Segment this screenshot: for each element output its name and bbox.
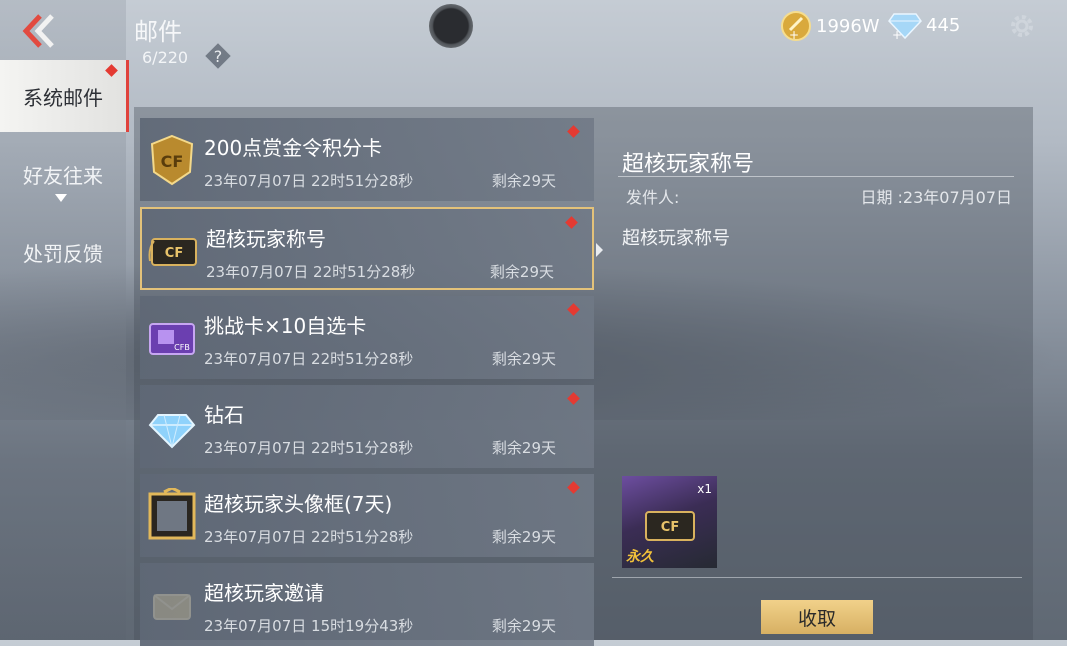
claim-button[interactable]: 收取 [761,600,873,634]
gear-icon [1011,15,1033,37]
mail-item[interactable]: 超核玩家邀请 23年07月07日 15时19分43秒 剩余29天 [140,563,594,646]
gold-currency[interactable]: + 1996W [780,10,880,42]
divider [618,176,1014,177]
mail-date: 23年07月07日 22时51分28秒 [204,439,414,457]
tab-friend-mail[interactable]: 好友往来 [0,138,126,210]
gold-coin-icon: + [781,11,811,42]
mail-title: 挑战卡×10自选卡 [204,314,367,338]
question-icon: ? [205,43,231,69]
unread-dot [567,303,580,316]
gold-amount: 1996W [816,15,880,37]
mail-remaining: 剩余29天 [489,263,554,281]
mail-item[interactable]: CF 200点赏金令积分卡 23年07月07日 22时51分28秒 剩余29天 [140,118,594,201]
unread-dot [105,64,118,77]
settings-button[interactable] [1008,12,1036,40]
mail-item[interactable]: 钻石 23年07月07日 22时51分28秒 剩余29天 [140,385,594,468]
diamond-amount: 445 [926,14,961,36]
back-chevron-icon [22,14,54,48]
mail-remaining: 剩余29天 [491,350,556,368]
mail-item[interactable]: 超核玩家头像框(7天) 23年07月07日 22时51分28秒 剩余29天 [140,474,594,557]
unread-dot [565,216,578,229]
permanent-tag: 永久 [626,549,654,565]
svg-text:CF: CF [161,152,184,171]
mail-date: 23年07月07日 22时51分28秒 [206,263,416,281]
unread-dot [567,392,580,405]
diamond-icon [148,414,196,449]
mail-date: 23年07月07日 22时51分28秒 [204,172,414,190]
mail-detail: 超核玩家称号 发件人: 日期 :23年07月07日 超核玩家称号 x1 CF 永… [612,118,1033,640]
mail-remaining: 剩余29天 [491,439,556,457]
mail-item-selected[interactable]: CF 超核玩家称号 23年07月07日 22时51分28秒 剩余29天 [140,207,594,290]
mail-envelope-icon [153,594,191,620]
mail-title: 钻石 [204,403,244,427]
mail-count: 6/220 [142,48,189,67]
title-badge-icon: CF [645,511,695,541]
mail-date: 23年07月07日 15时19分43秒 [204,617,414,635]
svg-text:CF: CF [165,246,183,261]
mail-item[interactable]: CFB 挑战卡×10自选卡 23年07月07日 22时51分28秒 剩余29天 [140,296,594,379]
mail-body: 超核玩家称号 [622,228,730,249]
page-title: 邮件 [134,18,182,46]
tab-penalty-feedback[interactable]: 处罚反馈 [0,216,126,288]
tab-label: 系统邮件 [23,85,103,110]
mail-title: 超核玩家称号 [206,227,326,251]
mail-remaining: 剩余29天 [491,528,556,546]
mail-remaining: 剩余29天 [491,617,556,635]
divider [612,577,1022,578]
back-button[interactable] [18,12,62,50]
help-button[interactable]: ? [204,42,232,70]
svg-text:?: ? [214,47,223,66]
svg-text:CF: CF [661,520,679,535]
floating-button[interactable] [429,4,473,48]
svg-text:CFB: CFB [174,343,190,352]
chevron-down-icon [55,194,67,202]
avatar-frame-icon [148,488,196,540]
selection-caret [596,243,603,257]
title-badge-icon: CF [148,238,197,266]
detail-title: 超核玩家称号 [622,152,755,177]
mail-title: 超核玩家邀请 [204,581,324,605]
bounty-card-icon: CF [150,134,194,186]
attachment-qty: x1 [697,482,712,496]
sender-label: 发件人: [626,188,680,207]
sidebar: 系统邮件 好友往来 处罚反馈 [0,0,129,640]
mail-date: 23年07月07日 22时51分28秒 [204,350,414,368]
mail-title: 超核玩家头像框(7天) [204,492,393,516]
svg-text:+: + [789,28,799,42]
mail-title: 200点赏金令积分卡 [204,136,383,160]
unread-dot [567,125,580,138]
mail-date-label: 日期 :23年07月07日 [860,188,1012,207]
diamond-icon: + [888,13,922,40]
unread-dot [567,481,580,494]
mail-date: 23年07月07日 22时51分28秒 [204,528,414,546]
mail-remaining: 剩余29天 [491,172,556,190]
svg-text:+: + [892,28,902,40]
diamond-currency[interactable]: + 445 [888,10,960,40]
attachment-item[interactable]: x1 CF 永久 [622,476,717,568]
tab-label: 好友往来 [23,163,103,188]
challenge-card-icon: CFB [149,323,195,355]
tab-system-mail[interactable]: 系统邮件 [0,60,129,132]
tab-label: 处罚反馈 [23,241,103,266]
